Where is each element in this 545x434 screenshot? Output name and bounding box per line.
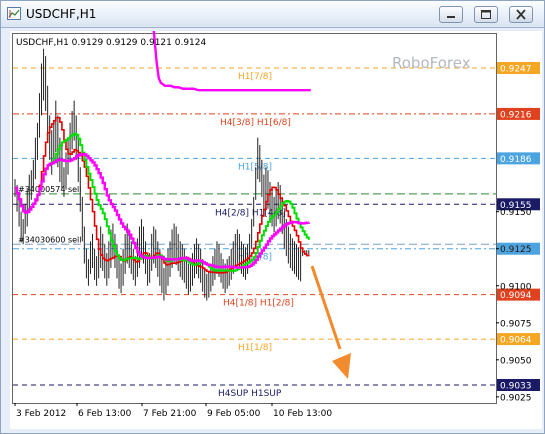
y-tick-label: 0.9125 [500, 245, 532, 255]
symbol-info: USDCHF,H1 0.9129 0.9129 0.9121 0.9124 [16, 38, 206, 48]
price-label: 0.9033 [500, 382, 532, 392]
time-axis: 3 Feb 2012 6 Feb 13:00 7 Feb 21:00 9 Feb 05… [14, 403, 332, 419]
price-axis: 0.92470.92160.91860.91550.91250.90940.90… [496, 62, 540, 403]
y-tick-label: 0.9025 [500, 393, 532, 403]
minimize-icon [447, 16, 455, 18]
level-label: H4SUP H1SUP [218, 389, 282, 399]
level-label: H4[3/8] H1[6/8] [220, 118, 291, 128]
x-tick-label: 3 Feb 2012 [16, 409, 66, 419]
minimize-button[interactable] [439, 6, 463, 23]
price-label: 0.9094 [500, 291, 532, 301]
maximize-icon [481, 10, 491, 19]
order-label: #34030600 sell [18, 235, 82, 244]
y-tick-label: 0.9100 [500, 282, 532, 292]
level-label: H1[7/8] [238, 72, 272, 82]
close-icon [516, 9, 526, 20]
price-label: 0.9216 [500, 110, 532, 120]
y-tick-label: 0.9050 [500, 356, 532, 366]
price-chart: H1[7/8]H4[3/8] H1[6/8]H1[5/8]H4[2/8] H1[… [12, 0, 540, 419]
watermark: RoboForex [392, 54, 471, 72]
price-label: 0.9064 [500, 336, 532, 346]
x-tick-label: 9 Feb 05:00 [207, 409, 261, 419]
x-tick-label: 7 Feb 21:00 [143, 409, 197, 419]
level-label: H1[5/8] [238, 162, 272, 172]
close-button[interactable] [509, 6, 533, 23]
x-tick-label: 6 Feb 13:00 [78, 409, 132, 419]
chart-window-icon [7, 7, 21, 20]
title-bar[interactable]: USDCHF,H1 [1, 1, 544, 28]
price-label: 0.9186 [500, 155, 532, 165]
chart-area[interactable]: H1[7/8] H4[3/8] H1[6/8] H1[5/8] H4[2/8] H1[… [10, 0, 542, 429]
x-tick-label: 10 Feb 13:00 [273, 409, 332, 419]
level-label: H1[1/8] [238, 343, 272, 353]
maximize-button[interactable] [474, 6, 498, 23]
price-label: 0.9247 [500, 65, 532, 75]
window-title: USDCHF,H1 [26, 7, 97, 21]
y-tick-label: 0.9075 [500, 319, 532, 329]
level-label: H4[1/8] H1[2/8] [223, 299, 294, 309]
chart-window: USDCHF,H1 H1[7/8] H4[3/8] H1[6/8] H1[5/8] H… [0, 0, 545, 434]
y-tick-label: 0.9150 [500, 208, 532, 218]
